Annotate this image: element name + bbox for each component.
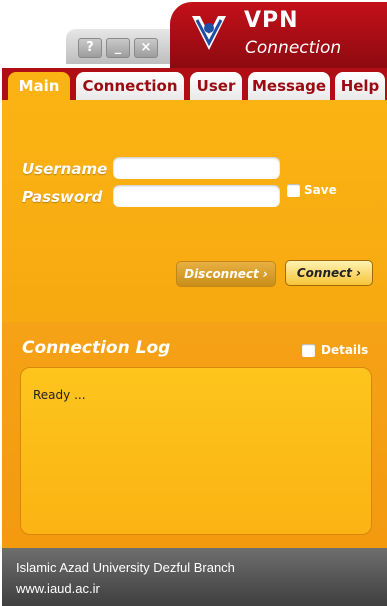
username-input[interactable] [113, 157, 280, 179]
save-label: Save [304, 183, 337, 197]
details-checkbox[interactable] [302, 344, 315, 357]
log-text: Ready ... [33, 388, 86, 402]
university-logo-icon [192, 16, 226, 50]
help-button[interactable]: ? [78, 38, 102, 58]
app-title: VPN [244, 8, 299, 33]
username-label: Username [22, 160, 108, 178]
tab-main[interactable]: Main [8, 72, 70, 100]
log-output: Ready ... [20, 367, 372, 535]
connect-button[interactable]: Connect › [285, 260, 373, 286]
window-controls: ? _ × [66, 28, 186, 64]
footer [2, 548, 387, 606]
tab-help[interactable]: Help [335, 72, 385, 100]
tab-user[interactable]: User [190, 72, 242, 100]
password-input[interactable] [113, 185, 280, 207]
tab-connection[interactable]: Connection [76, 72, 184, 100]
save-checkbox[interactable] [287, 184, 300, 197]
login-section [2, 100, 387, 322]
log-title: Connection Log [22, 338, 171, 358]
details-label: Details [321, 343, 369, 357]
close-button[interactable]: × [134, 38, 158, 58]
tab-message[interactable]: Message [248, 72, 330, 100]
password-label: Password [22, 188, 103, 206]
minimize-button[interactable]: _ [106, 38, 130, 58]
footer-website: www.iaud.ac.ir [16, 581, 100, 596]
disconnect-button[interactable]: Disconnect › [176, 261, 276, 287]
app-subtitle: Connection [245, 38, 342, 58]
footer-university-name: Islamic Azad University Dezful Branch [16, 560, 235, 575]
